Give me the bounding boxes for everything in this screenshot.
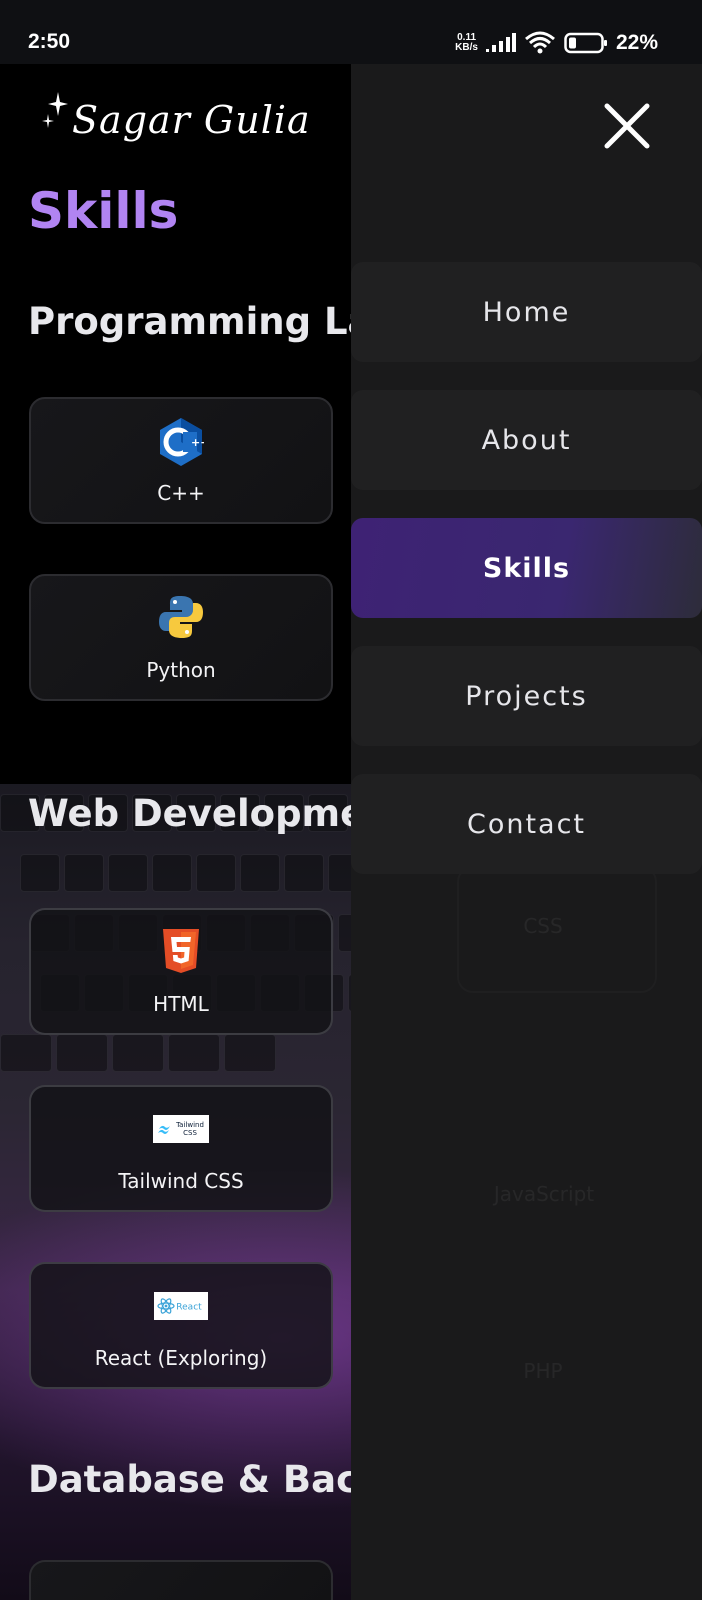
skill-card-database[interactable]	[29, 1560, 333, 1600]
signal-icon	[485, 33, 516, 52]
keyboard-key	[284, 854, 324, 892]
keyboard-key	[108, 854, 148, 892]
tailwind-css-icon: Tailwind CSS	[153, 1115, 209, 1143]
navigation-drawer: CSS JavaScript PHP Home About Skills Pro…	[351, 64, 702, 1600]
page-title: Skills	[28, 182, 179, 240]
nav-item-projects[interactable]: Projects	[351, 646, 702, 746]
keyboard-key	[224, 1034, 276, 1072]
battery-percent: 22%	[615, 31, 658, 54]
skill-card-label: C++	[157, 481, 205, 505]
nav-item-home[interactable]: Home	[351, 262, 702, 362]
section-heading-programming: Programming La	[28, 300, 373, 343]
nav-item-skills[interactable]: Skills	[351, 518, 702, 618]
skill-card-label: React (Exploring)	[94, 1346, 268, 1370]
section-heading-web: Web Developme	[28, 792, 366, 835]
nav-item-contact[interactable]: Contact	[351, 774, 702, 874]
keyboard-key	[168, 1034, 220, 1072]
skill-card-cpp[interactable]: ++ C++	[29, 397, 333, 524]
keyboard-key	[0, 1034, 52, 1072]
skill-card-tailwind[interactable]: Tailwind CSS Tailwind CSS	[29, 1085, 333, 1212]
python-icon	[159, 596, 203, 638]
cplusplus-icon: ++	[160, 418, 204, 466]
keyboard-key	[20, 854, 60, 892]
keyboard-key	[240, 854, 280, 892]
svg-text:Tailwind: Tailwind	[175, 1121, 204, 1129]
ghost-card-label: PHP	[523, 1359, 563, 1383]
svg-text:++: ++	[191, 436, 204, 449]
ghost-card-label: JavaScript	[493, 1182, 595, 1206]
skill-card-label: HTML	[153, 992, 209, 1016]
keyboard-key	[196, 854, 236, 892]
logo-text[interactable]: Sagar Gulia	[72, 98, 311, 142]
keyboard-key	[152, 854, 192, 892]
keyboard-key	[56, 1034, 108, 1072]
sparkle-icon	[42, 92, 68, 128]
status-icons: 0.11 KB/s 22%	[455, 30, 658, 56]
network-speed: 0.11 KB/s	[455, 32, 478, 53]
html5-icon	[163, 929, 199, 973]
status-time: 2:50	[28, 30, 71, 53]
keyboard-key	[64, 854, 104, 892]
battery-icon	[564, 32, 607, 54]
svg-text:React: React	[176, 1303, 202, 1313]
svg-text:CSS: CSS	[183, 1129, 197, 1137]
wifi-icon	[524, 31, 555, 54]
react-icon: React	[154, 1292, 208, 1320]
keyboard-key	[112, 1034, 164, 1072]
skill-card-label: Python	[146, 658, 216, 682]
skill-card-html[interactable]: HTML	[29, 908, 333, 1035]
close-icon[interactable]	[599, 98, 655, 154]
nav-item-about[interactable]: About	[351, 390, 702, 490]
skill-card-react[interactable]: React React (Exploring)	[29, 1262, 333, 1389]
status-bar: 2:50 0.11 KB/s 22%	[0, 0, 702, 64]
ghost-card-label: CSS	[523, 914, 563, 938]
skill-card-python[interactable]: Python	[29, 574, 333, 701]
skill-card-label: Tailwind CSS	[118, 1169, 244, 1193]
